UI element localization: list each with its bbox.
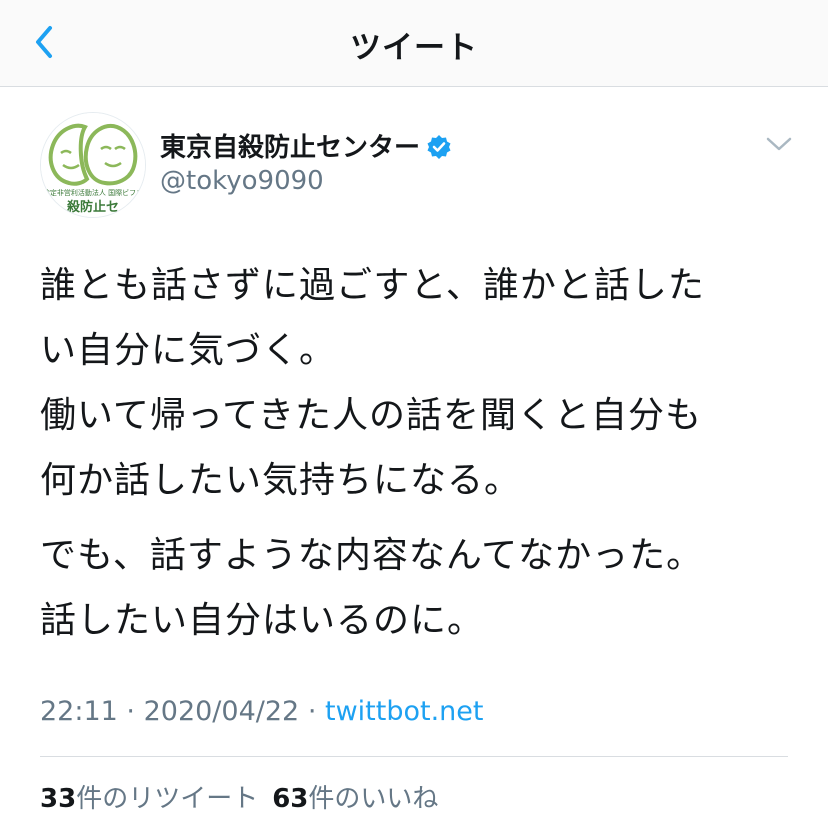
tweet-line: 何か話したい気持ちになる。 xyxy=(40,460,522,501)
display-name[interactable]: 東京自殺防止センター xyxy=(160,127,452,164)
meta-separator: · xyxy=(126,696,135,727)
tweet-line: でも、話すような内容なんてなかった。 xyxy=(40,535,704,576)
user-handle[interactable]: @tokyo9090 xyxy=(160,166,324,196)
avatar[interactable]: 特定非営利活動法人 国際ビフレ 殺防止セ xyxy=(40,112,146,218)
likes-count: 63 xyxy=(272,784,309,814)
verified-badge-icon xyxy=(426,134,452,160)
avatar-text-line1: 特定非営利活動法人 国際ビフレ xyxy=(43,188,143,197)
divider xyxy=(40,756,788,757)
tweet-time: 22:11 xyxy=(40,696,118,727)
top-bar: ツイート xyxy=(0,0,828,87)
tweet-stats: 33件のリツイート 63件のいいね xyxy=(40,778,438,815)
tweet-text: 誰とも話さずに過ごすと、誰かと話した い自分に気づく。 働いて帰ってきた人の話を… xyxy=(40,253,800,653)
tweet-line: 働いて帰ってきた人の話を聞くと自分も xyxy=(40,395,703,436)
tweet-line: 誰とも話さずに過ごすと、誰かと話した xyxy=(40,265,705,306)
likes-stat[interactable]: 63件のいいね xyxy=(272,784,438,814)
retweets-label: 件のリツイート xyxy=(76,784,259,814)
tweet-source-link[interactable]: twittbot.net xyxy=(325,696,483,727)
meta-separator: · xyxy=(307,696,317,727)
avatar-text-line2: 殺防止セ xyxy=(66,199,119,215)
tweet-line: 話したい自分はいるのに。 xyxy=(40,600,485,641)
tweet-meta: 22:11 · 2020/04/22 · twittbot.net xyxy=(40,696,483,727)
page-title: ツイート xyxy=(350,30,478,66)
chevron-down-icon[interactable] xyxy=(762,130,796,158)
tweet-line: い自分に気づく。 xyxy=(40,330,337,371)
tweet-date: 2020/04/22 xyxy=(143,696,300,727)
display-name-text[interactable]: 東京自殺防止センター xyxy=(160,133,420,163)
retweets-stat[interactable]: 33件のリツイート xyxy=(40,784,258,814)
likes-label: 件のいいね xyxy=(308,784,439,814)
retweets-count: 33 xyxy=(40,784,77,814)
